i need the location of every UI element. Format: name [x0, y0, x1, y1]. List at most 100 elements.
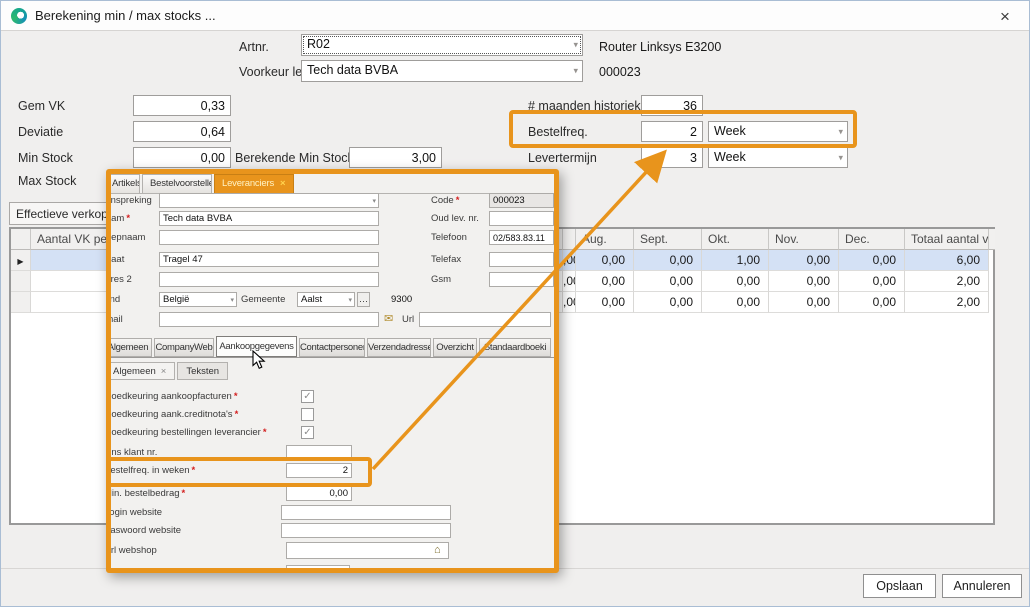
cancel-button[interactable]: Annuleren [942, 574, 1022, 598]
chevron-down-icon[interactable]: ▾ [348, 295, 352, 303]
email-field[interactable] [159, 312, 379, 327]
maanden-historiek-field[interactable] [641, 95, 703, 116]
tab-companyweb[interactable]: CompanyWeb [154, 338, 214, 357]
cell-aug[interactable]: 0,00 [576, 292, 634, 313]
artnr-value: R02 [307, 37, 330, 51]
cell-sept[interactable]: 0,00 [634, 292, 702, 313]
ons-klant-nr-field[interactable] [286, 445, 352, 460]
clipped-field-sliver [286, 565, 350, 573]
chevron-down-icon[interactable]: ▾ [838, 126, 843, 137]
tab-standaardboekingen[interactable]: Standaardboeki [479, 338, 551, 357]
cell-okt[interactable]: 0,00 [702, 271, 769, 292]
artnr-combobox[interactable]: R02 ▾ [301, 34, 583, 56]
naam-field[interactable] [159, 211, 379, 226]
cell-dec[interactable]: 0,00 [839, 292, 905, 313]
cell-okt[interactable]: 1,00 [702, 250, 769, 271]
voorkeur-leverancier-combobox[interactable]: Tech data BVBA ▾ [301, 60, 583, 82]
levertermijn-field[interactable] [641, 147, 703, 168]
land-combobox[interactable]: België▾ [159, 292, 237, 307]
code-field[interactable] [489, 193, 554, 208]
cell-sept[interactable]: 0,00 [634, 271, 702, 292]
cell-nov[interactable]: 0,00 [769, 271, 839, 292]
tab-leveranciers[interactable]: Leveranciers× [214, 174, 294, 193]
cell-clipped[interactable]: ,00 [563, 271, 576, 292]
bestelfreq-label: Bestelfreq. [528, 125, 588, 139]
chevron-down-icon[interactable]: ▾ [573, 65, 578, 76]
goedkeuring-creditnotas-checkbox[interactable] [301, 408, 314, 421]
cell-clipped[interactable]: ,00 [563, 292, 576, 313]
tab-close-icon[interactable]: × [280, 178, 285, 189]
goedkeuring-bestellingen-label: Goedkeuring bestellingen leverancier* [106, 427, 267, 438]
cell-nov[interactable]: 0,00 [769, 292, 839, 313]
roepnaam-field[interactable] [159, 230, 379, 245]
row-selector[interactable] [11, 271, 31, 292]
chevron-down-icon[interactable]: ▾ [838, 152, 843, 163]
save-button[interactable]: Opslaan [863, 574, 936, 598]
section-tab-bar: Algemeen CompanyWeb Aankoopgegevens Cont… [106, 338, 551, 357]
oud-lev-nr-label: Oud lev. nr. [431, 213, 479, 224]
aanspreking-combobox[interactable]: ▾ [159, 193, 379, 208]
adres2-field[interactable] [159, 272, 379, 287]
cell-dec[interactable]: 0,00 [839, 271, 905, 292]
tab-overzicht[interactable]: Overzicht [433, 338, 477, 357]
cell-totaal[interactable]: 6,00 [905, 250, 989, 271]
cell-nov[interactable]: 0,00 [769, 250, 839, 271]
required-mark: * [182, 488, 186, 499]
mail-icon[interactable]: ✉ [384, 312, 393, 325]
maanden-historiek-label: # maanden historiek [528, 99, 641, 113]
tab-algemeen[interactable]: Algemeen [106, 338, 152, 357]
deviatie-field[interactable] [133, 121, 231, 142]
chevron-down-icon[interactable]: ▾ [372, 196, 376, 204]
chevron-down-icon[interactable]: ▾ [573, 39, 578, 50]
levertermijn-unit-combobox[interactable]: Week ▾ [708, 147, 848, 168]
gsm-field[interactable] [489, 272, 554, 287]
tab-bestelvoorstellen[interactable]: Bestelvoorstellen [142, 174, 212, 193]
tab-contactpersonen[interactable]: Contactpersonen [299, 338, 365, 357]
cell-totaal[interactable]: 2,00 [905, 292, 989, 313]
row-selector[interactable] [11, 292, 31, 313]
gemeente-lookup-button[interactable]: … [357, 292, 370, 307]
tab-verzendadressen[interactable]: Verzendadressen [367, 338, 431, 357]
home-icon[interactable]: ⌂ [434, 544, 441, 556]
cell-totaal[interactable]: 2,00 [905, 271, 989, 292]
straat-label: Straat [106, 254, 124, 265]
email-label: Email [106, 314, 123, 325]
goedkeuring-bestellingen-checkbox[interactable]: ✓ [301, 426, 314, 439]
berekende-min-stock-field[interactable] [349, 147, 442, 168]
url-field[interactable] [419, 312, 551, 327]
straat-field[interactable] [159, 252, 379, 267]
bestelfreq-field[interactable] [641, 121, 703, 142]
naam-label: Naam* [106, 213, 130, 224]
cell-aug[interactable]: 0,00 [576, 250, 634, 271]
tab-teksten[interactable]: Teksten [177, 362, 228, 380]
paswoord-website-field[interactable] [281, 523, 451, 538]
cell-okt[interactable]: 0,00 [702, 292, 769, 313]
required-mark: * [234, 391, 238, 402]
bestelfreq-weken-field[interactable] [286, 463, 352, 478]
cell-aug[interactable]: 0,00 [576, 271, 634, 292]
gem-vk-field[interactable] [133, 95, 231, 116]
cell-clipped[interactable]: ,00 [563, 250, 576, 271]
gemeente-combobox[interactable]: Aalst▾ [297, 292, 355, 307]
tab-artikels[interactable]: Artikels [106, 174, 140, 193]
table-header-spacer [989, 229, 995, 250]
tab-aankoopgegevens[interactable]: Aankoopgegevens [216, 336, 297, 357]
required-mark: * [126, 213, 130, 224]
chevron-down-icon[interactable]: ▾ [230, 295, 234, 303]
paswoord-website-label: Paswoord website [106, 525, 181, 536]
oud-lev-nr-field[interactable] [489, 211, 554, 226]
telefax-field[interactable] [489, 252, 554, 267]
cell-dec[interactable]: 0,00 [839, 250, 905, 271]
tab-close-icon[interactable]: × [161, 366, 167, 377]
goedkeuring-facturen-checkbox[interactable]: ✓ [301, 390, 314, 403]
close-icon[interactable]: × [994, 5, 1016, 29]
table-header-selector [11, 229, 31, 250]
url-webshop-field[interactable] [286, 542, 449, 559]
cell-sept[interactable]: 0,00 [634, 250, 702, 271]
tab-algemeen-inner[interactable]: Algemeen× [106, 362, 175, 380]
telefoon-field[interactable] [489, 230, 554, 245]
min-bestelbedrag-field[interactable] [286, 486, 352, 501]
login-website-field[interactable] [281, 505, 451, 520]
bestelfreq-unit-combobox[interactable]: Week ▾ [708, 121, 848, 142]
min-stock-field[interactable] [133, 147, 231, 168]
